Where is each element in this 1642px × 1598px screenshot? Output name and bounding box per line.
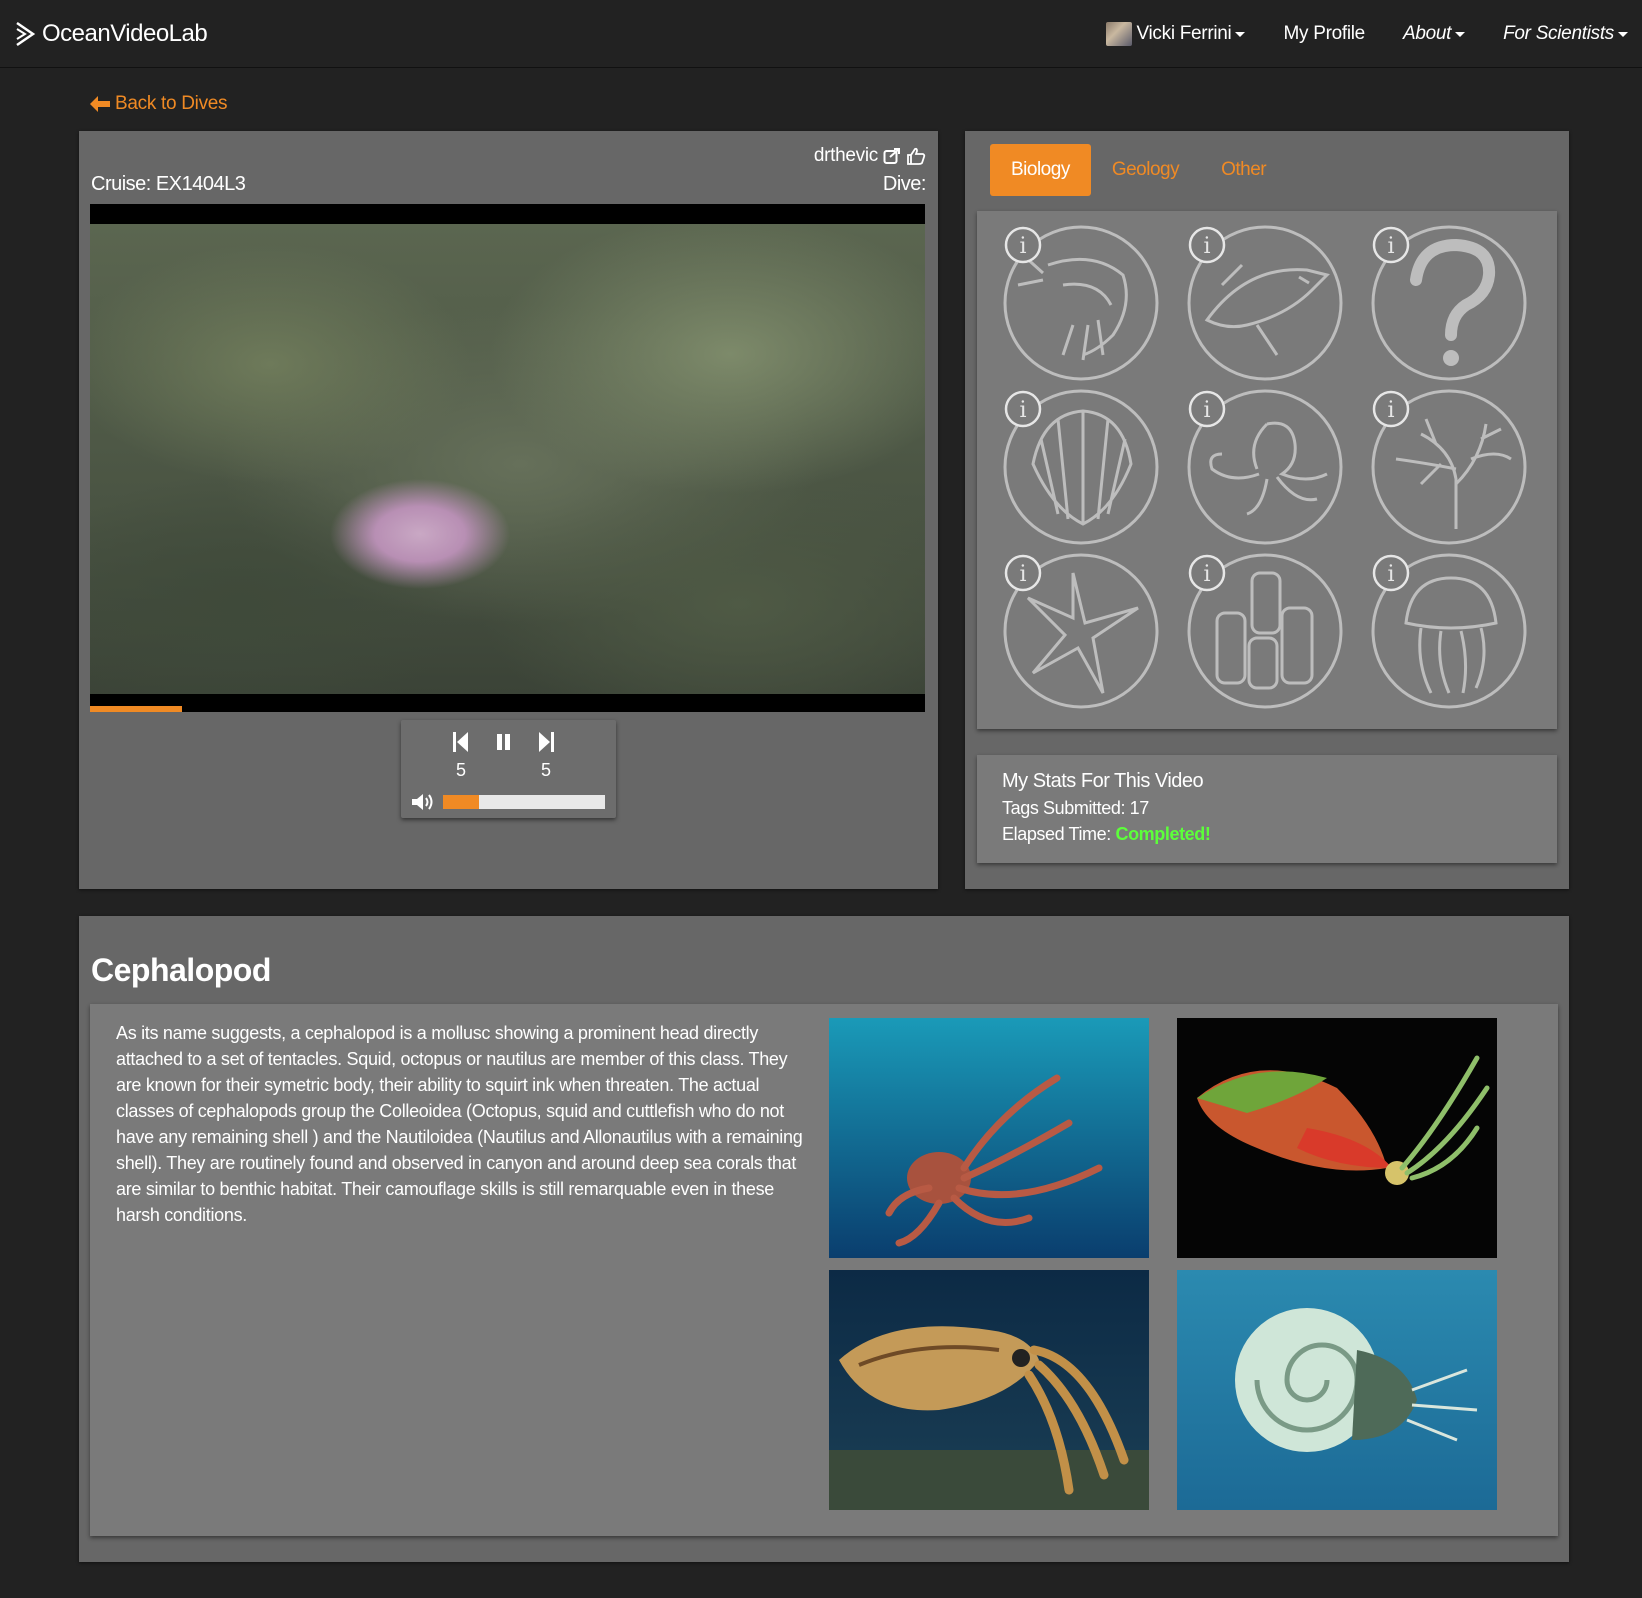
squid-photo <box>1177 1018 1497 1258</box>
cuttlefish-photo <box>829 1270 1149 1510</box>
share-icon[interactable] <box>883 147 901 165</box>
svg-text:i: i <box>1203 398 1210 423</box>
stats-title: My Stats For This Video <box>1002 770 1204 792</box>
info-icon[interactable]: i <box>1187 225 1227 265</box>
my-profile-label: My Profile <box>1283 23 1365 44</box>
skip-forward-icon[interactable] <box>536 730 556 754</box>
play-logo-icon <box>16 21 36 46</box>
species-description: As its name suggests, a cephalopod is a … <box>116 1023 803 1225</box>
thumbs-up-icon[interactable] <box>906 147 926 165</box>
back-to-dives-link[interactable]: Back to Dives <box>90 93 228 115</box>
volume-slider[interactable] <box>443 795 605 809</box>
nav-menu: Vicki Ferrini My Profile About For Scien… <box>1068 0 1628 68</box>
svg-text:i: i <box>1387 562 1394 587</box>
caret-down-icon <box>1618 31 1628 37</box>
category-octopus[interactable]: i <box>1187 389 1349 551</box>
about-menu[interactable]: About <box>1402 23 1466 45</box>
skip-back-seconds: 5 <box>455 760 466 780</box>
svg-text:i: i <box>1019 234 1026 259</box>
info-icon[interactable]: i <box>1371 553 1411 593</box>
caret-down-icon <box>1235 31 1246 37</box>
my-profile-link[interactable]: My Profile <box>1283 23 1365 45</box>
cruise-label: Cruise: EX1404L3 <box>91 173 246 195</box>
for-scientists-label: For Scientists <box>1503 23 1614 44</box>
category-unknown[interactable]: i <box>1371 225 1533 387</box>
tab-biology[interactable]: Biology <box>990 144 1091 196</box>
brand-logo[interactable]: OceanVideoLab <box>14 19 208 48</box>
user-menu[interactable]: Vicki Ferrini <box>1106 22 1246 46</box>
video-progress-bar[interactable] <box>90 694 925 712</box>
info-icon[interactable]: i <box>1371 389 1411 429</box>
user-name: Vicki Ferrini <box>1136 23 1232 44</box>
video-progress-fill <box>90 706 182 712</box>
elapsed-label: Elapsed Time: <box>1002 824 1111 844</box>
category-tabs: Biology Geology Other <box>990 144 1287 196</box>
species-info-panel: Cephalopod As its name suggests, a cepha… <box>79 916 1569 1562</box>
about-label: About <box>1402 23 1452 44</box>
volume-icon[interactable] <box>411 792 437 812</box>
pause-icon[interactable] <box>494 730 514 754</box>
dive-label: Dive: <box>882 173 927 195</box>
svg-text:i: i <box>1387 398 1394 423</box>
category-starfish[interactable]: i <box>1003 553 1165 715</box>
svg-text:i: i <box>1019 562 1026 587</box>
for-scientists-menu[interactable]: For Scientists <box>1503 23 1628 45</box>
info-icon[interactable]: i <box>1371 225 1411 265</box>
skip-forward-seconds: 5 <box>540 760 551 780</box>
category-coral[interactable]: i <box>1371 389 1533 551</box>
category-sponge[interactable]: i <box>1187 553 1349 715</box>
biology-icon-grid: i i i i i i i i i <box>977 211 1557 729</box>
category-shrimp[interactable]: i <box>1003 225 1165 387</box>
info-icon[interactable]: i <box>1003 389 1043 429</box>
octopus-photo <box>829 1018 1149 1258</box>
playback-controls: 5 5 <box>401 720 616 818</box>
species-info-body: As its name suggests, a cephalopod is a … <box>90 1004 1558 1536</box>
tag-panel: Biology Geology Other i i i i i i i i i … <box>965 131 1569 889</box>
navbar: OceanVideoLab Vicki Ferrini My Profile A… <box>0 0 1642 68</box>
svg-text:i: i <box>1019 398 1026 423</box>
category-fish[interactable]: i <box>1187 225 1349 387</box>
info-icon[interactable]: i <box>1003 225 1043 265</box>
video-player[interactable] <box>90 204 925 712</box>
tab-geology[interactable]: Geology <box>1091 144 1200 196</box>
category-jellyfish[interactable]: i <box>1371 553 1533 715</box>
nautilus-photo <box>1177 1270 1497 1510</box>
elapsed-time: Elapsed Time: Completed! <box>1002 823 1532 845</box>
tab-other[interactable]: Other <box>1200 144 1287 196</box>
avatar <box>1106 22 1133 46</box>
species-title: Cephalopod <box>91 952 271 988</box>
elapsed-value: Completed! <box>1115 824 1211 844</box>
my-stats-box: My Stats For This Video Tags Submitted: … <box>977 755 1557 863</box>
arrow-left-icon <box>90 96 110 112</box>
brand-name: OceanVideoLab <box>42 19 208 47</box>
back-to-dives-label: Back to Dives <box>115 93 228 114</box>
svg-text:i: i <box>1203 234 1210 259</box>
video-frame-image <box>90 224 925 694</box>
video-username[interactable]: drthevic <box>814 145 878 167</box>
svg-text:i: i <box>1203 562 1210 587</box>
category-shell[interactable]: i <box>1003 389 1165 551</box>
video-owner: drthevic <box>814 145 926 167</box>
skip-back-icon[interactable] <box>451 730 471 754</box>
volume-fill <box>443 795 479 809</box>
video-panel: drthevic Cruise: EX1404L3 Dive: 5 5 <box>79 131 938 889</box>
info-icon[interactable]: i <box>1003 553 1043 593</box>
tags-submitted: Tags Submitted: 17 <box>1002 798 1149 818</box>
caret-down-icon <box>1455 31 1466 37</box>
svg-text:i: i <box>1387 234 1394 259</box>
info-icon[interactable]: i <box>1187 553 1227 593</box>
info-icon[interactable]: i <box>1187 389 1227 429</box>
